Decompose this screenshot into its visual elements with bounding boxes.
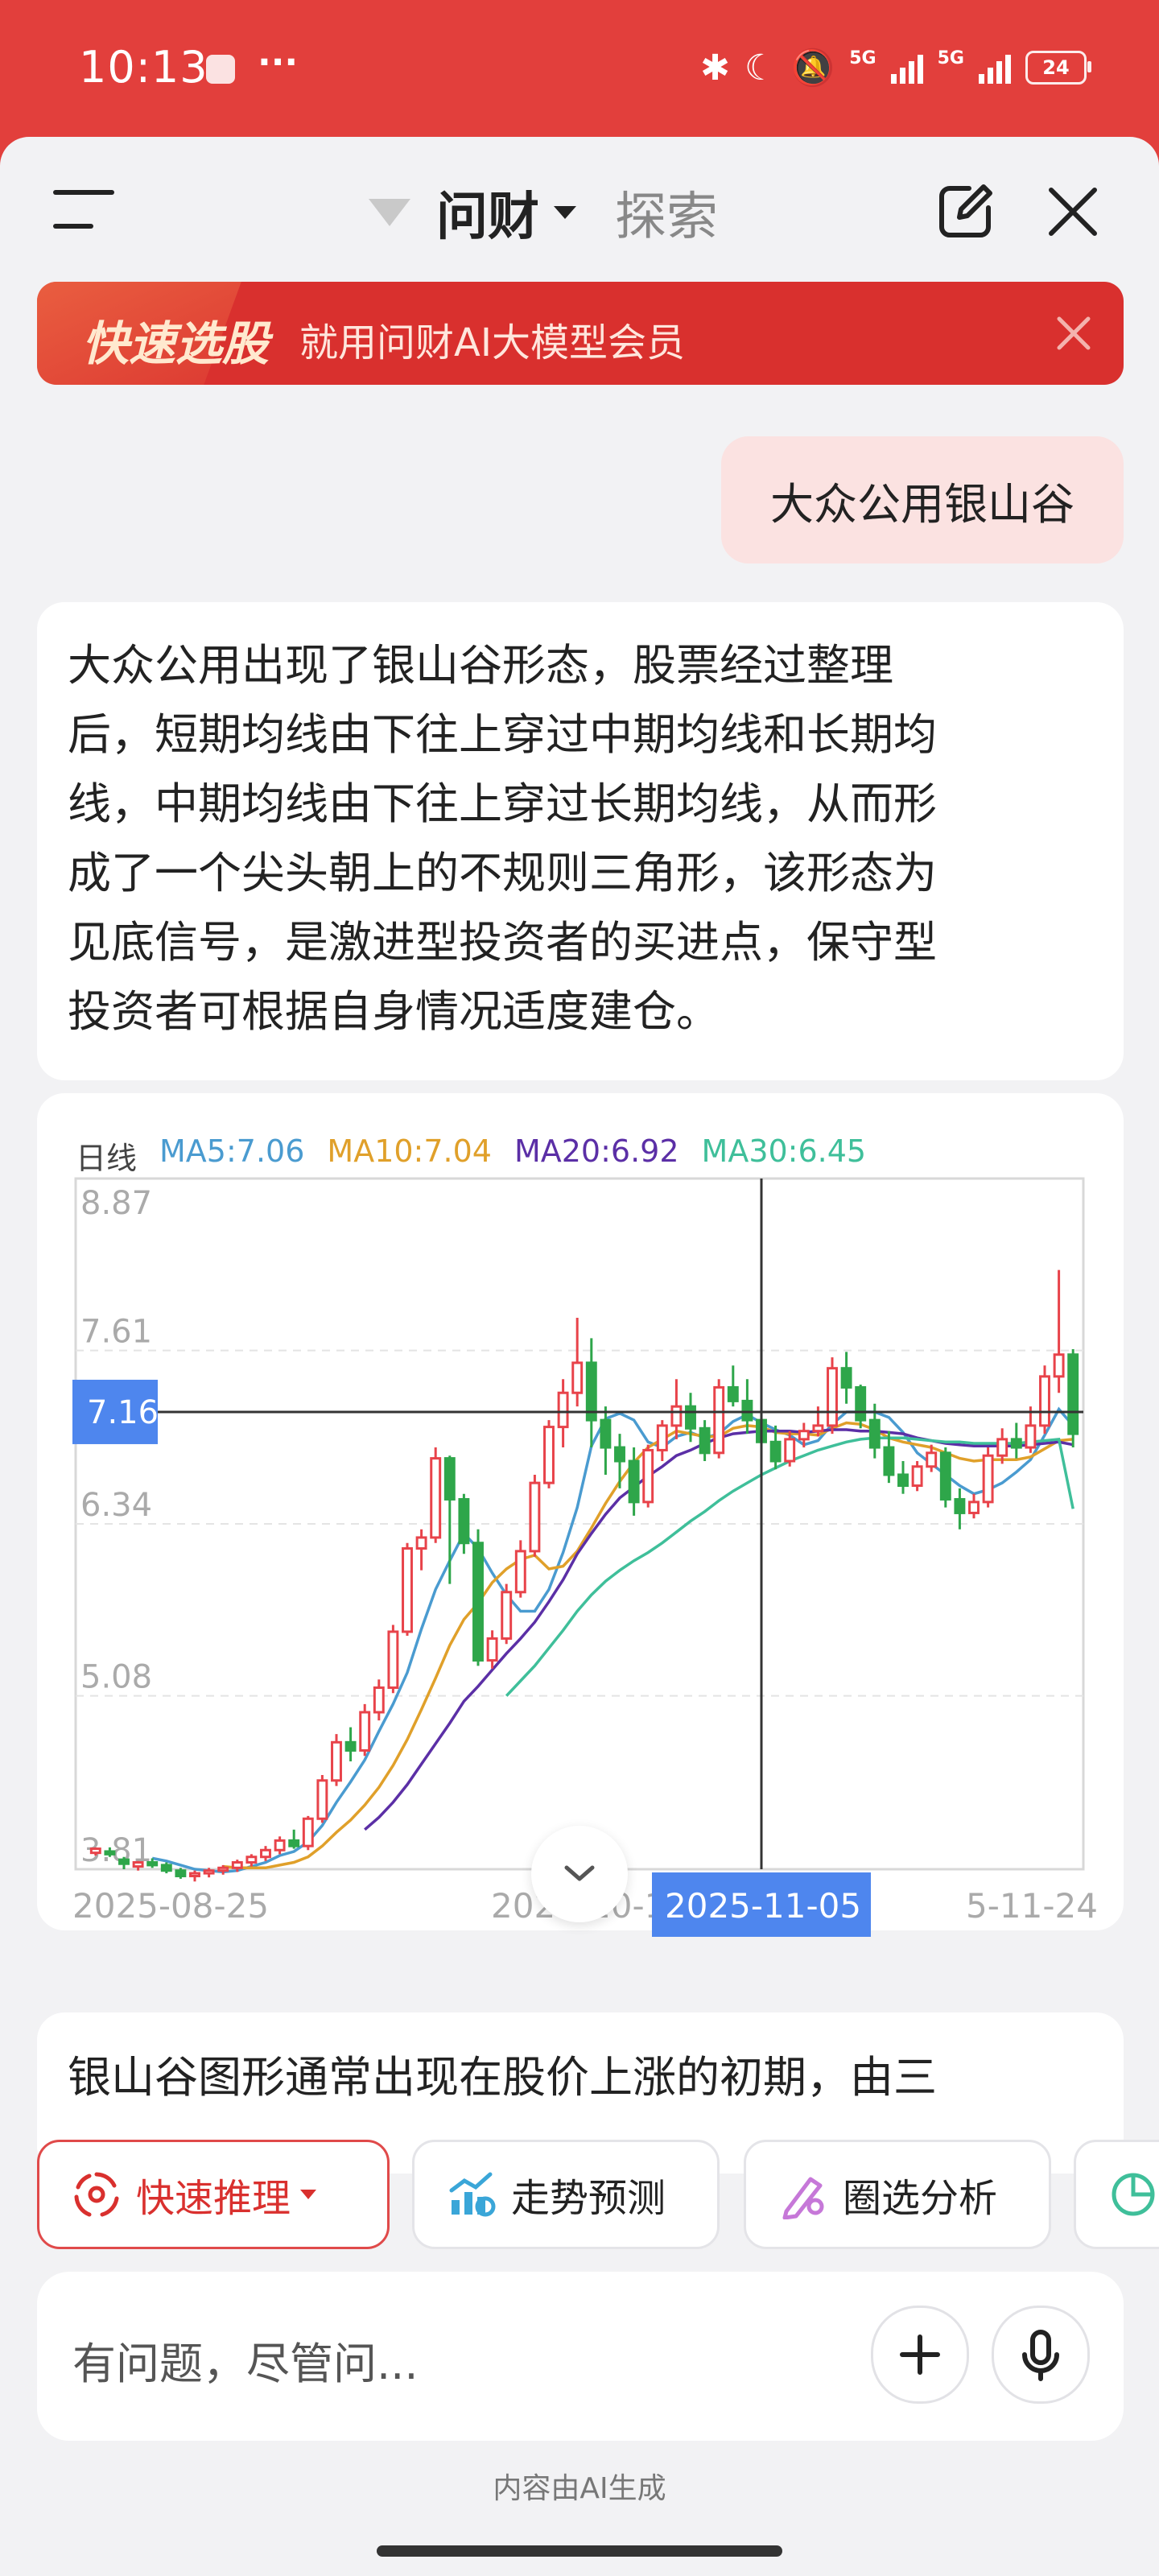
kline-chart-card (37, 1093, 1124, 1930)
top-bar: 问财 探索 (0, 137, 1159, 278)
answer-line: 投资者可根据自身情况适度建仓。 (68, 986, 720, 1037)
mute-icon: 🔕 (790, 47, 835, 89)
signal-icon (979, 52, 1011, 84)
banner-text: 就用问财AI大模型会员 (299, 320, 685, 365)
answer-line: 见底信号，是激进型投资者的买进点，保守型 (68, 917, 937, 968)
tab-explore[interactable]: 探索 (615, 175, 718, 250)
user-message: 大众公用银山谷 (721, 436, 1124, 564)
network-type-2: 5G (937, 47, 964, 68)
brand-logo-icon (369, 199, 410, 226)
chat-input-box[interactable]: 有问题，尽管问... (37, 2272, 1124, 2441)
promo-banner[interactable]: 快速选股 就用问财AI大模型会员 (37, 282, 1124, 385)
answer-line: 线，中期均线由下往上穿过长期均线，从而形 (68, 778, 937, 829)
pie-chart-icon (1112, 2173, 1155, 2216)
close-icon[interactable] (1045, 184, 1101, 240)
battery-icon: 24 (1025, 51, 1091, 85)
second-answer-text: 银山谷图形通常出现在股价上涨的初期，由三 (68, 2052, 937, 2103)
pen-select-icon (782, 2177, 824, 2219)
battery-level: 24 (1042, 56, 1070, 79)
quick-reasoning-chip[interactable]: 快速推理 (37, 2140, 390, 2249)
banner-tag: 快速选股 (82, 316, 270, 371)
trend-chart-icon (449, 2172, 496, 2217)
legend-ma5: MA5:7.06 (159, 1133, 305, 1169)
brand-switcher[interactable]: 问财 探索 (369, 175, 718, 250)
chart-legend: 日线 MA5:7.06 MA10:7.04 MA20:6.92 MA30:6.4… (76, 1133, 866, 1178)
new-chat-icon[interactable] (937, 182, 995, 240)
legend-period: 日线 (76, 1141, 138, 1176)
answer-card: 大众公用出现了银山谷形态，股票经过整理 后，短期均线由下往上穿过中期均线和长期均… (37, 602, 1124, 1080)
answer-line: 大众公用出现了银山谷形态，股票经过整理 (68, 640, 893, 691)
chip-label: 圈选分析 (843, 2176, 998, 2221)
legend-ma30: MA30:6.45 (701, 1133, 867, 1169)
brand-title: 问财 (436, 188, 539, 247)
answer-line: 成了一个尖头朝上的不规则三角形，该形态为 (68, 848, 937, 898)
trend-forecast-chip[interactable]: 走势预测 (412, 2140, 720, 2249)
signal-icon (890, 52, 923, 84)
chat-input-placeholder[interactable]: 有问题，尽管问... (72, 2328, 419, 2392)
collapse-button[interactable] (531, 1826, 628, 1922)
ai-generated-note: 内容由AI生成 (493, 2472, 666, 2505)
status-bar: 10:13 ··· ✱ ☾ 🔕 5G 5G 24 (0, 0, 1159, 137)
legend-ma20: MA20:6.92 (514, 1133, 679, 1169)
chevron-down-icon (300, 2190, 317, 2199)
chip-label: 快速推理 (136, 2176, 291, 2221)
moon-icon: ☾ (744, 47, 777, 89)
selection-analysis-chip[interactable]: 圈选分析 (744, 2140, 1051, 2249)
add-button[interactable] (871, 2306, 969, 2404)
reasoning-icon (74, 2172, 119, 2217)
chevron-down-icon (554, 206, 576, 219)
chip-label: 走势预测 (511, 2176, 666, 2221)
legend-ma10: MA10:7.04 (327, 1133, 492, 1169)
more-chip[interactable] (1074, 2140, 1159, 2249)
menu-icon[interactable] (53, 188, 114, 229)
microphone-button[interactable] (992, 2306, 1090, 2404)
more-notifications-icon: ··· (258, 42, 299, 83)
answer-line: 后，短期均线由下往上穿过中期均线和长期均 (68, 709, 937, 760)
network-type-1: 5G (849, 47, 876, 68)
status-icons: ✱ ☾ 🔕 5G 5G 24 (700, 47, 1091, 89)
app-notification-icon (206, 55, 235, 84)
bluetooth-icon: ✱ (700, 47, 730, 89)
answer-text: 大众公用出现了银山谷形态，股票经过整理 后，短期均线由下往上穿过中期均线和长期均… (68, 631, 1074, 1046)
status-time: 10:13 (79, 42, 208, 93)
banner-close-icon[interactable] (1054, 314, 1093, 353)
home-indicator[interactable] (377, 2545, 782, 2557)
